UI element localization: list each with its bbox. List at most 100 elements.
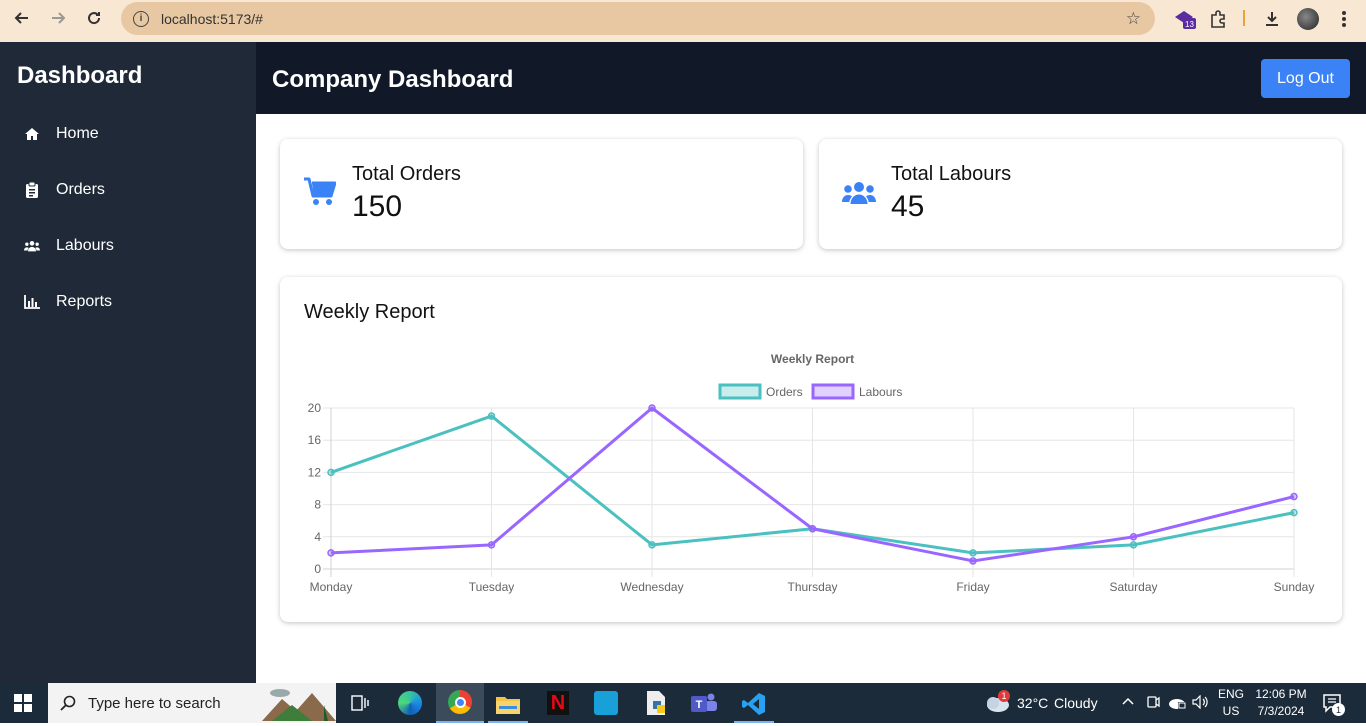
stat-label: Total Labours — [891, 163, 1012, 185]
notification-badge: 1 — [1332, 703, 1345, 716]
sidebar-item-label: Orders — [56, 181, 105, 198]
clock-date: 7/3/2024 — [1257, 704, 1305, 718]
reload-icon[interactable] — [76, 0, 112, 36]
windows-taskbar: Type here to search N T 1 32°C Cloudy EN… — [0, 683, 1366, 723]
data-point-labours — [1290, 492, 1298, 501]
extension-badge-icon[interactable]: 13 — [1170, 5, 1198, 33]
y-tick-label: 8 — [314, 498, 321, 512]
data-point-labours — [808, 525, 817, 533]
weather-desc: Cloudy — [1054, 695, 1098, 711]
users-icon — [24, 238, 40, 254]
python-file-icon[interactable] — [636, 687, 676, 719]
logout-button[interactable]: Log Out — [1261, 59, 1350, 98]
profile-avatar[interactable] — [1294, 5, 1322, 33]
top-header: Company Dashboard Log Out — [256, 42, 1366, 114]
x-tick-label: Saturday — [1109, 580, 1157, 594]
vscode-icon[interactable] — [734, 687, 774, 723]
chrome-browser-icon[interactable] — [436, 683, 484, 723]
sidebar: Dashboard Home Orders Labours Reports — [0, 42, 256, 683]
data-point-labours — [969, 557, 977, 565]
meet-now-icon[interactable] — [1146, 695, 1160, 714]
stat-value: 45 — [891, 190, 925, 223]
stat-label: Total Orders — [352, 163, 461, 185]
data-point-orders — [969, 549, 977, 557]
search-icon — [60, 695, 76, 711]
region-code: US — [1222, 704, 1240, 718]
weekly-report-chart: Weekly Report Orders Labours 0 4 8 12 16 20 Monda… — [308, 352, 1315, 594]
notification-center-icon[interactable]: 1 — [1322, 693, 1345, 720]
sidebar-item-home[interactable]: Home — [24, 122, 99, 146]
address-url: localhost:5173/# — [161, 10, 263, 27]
windows-start-icon[interactable] — [14, 694, 32, 717]
legend-label-labours: Labours — [859, 385, 902, 399]
svg-text:T: T — [696, 699, 703, 711]
data-point-orders — [1290, 508, 1298, 517]
data-point-labours — [487, 541, 496, 549]
y-tick-label: 12 — [308, 465, 322, 479]
x-tick-label: Tuesday — [469, 580, 515, 594]
language-code: ENG — [1217, 687, 1244, 701]
netflix-icon[interactable]: N — [538, 687, 578, 719]
browser-menu-icon[interactable] — [1330, 5, 1358, 33]
data-point-orders — [648, 541, 656, 549]
weather-temp: 32°C — [1017, 695, 1049, 711]
y-tick-label: 16 — [308, 433, 322, 447]
data-point-labours — [327, 549, 335, 557]
x-tick-label: Wednesday — [620, 580, 683, 594]
teams-icon[interactable]: T — [684, 687, 724, 719]
search-placeholder: Type here to search — [88, 694, 221, 712]
extensions-puzzle-icon[interactable] — [1204, 5, 1232, 33]
search-highlight-image — [262, 685, 336, 721]
stat-card-labours: Total Labours 45 — [819, 139, 1342, 249]
browser-toolbar: i localhost:5173/# ☆ 13 — [0, 0, 1366, 42]
sidebar-title: Dashboard — [17, 62, 143, 89]
stat-card-orders: Total Orders 150 — [280, 139, 803, 249]
network-icon[interactable] — [1168, 695, 1186, 714]
legend-swatch-labours — [811, 383, 855, 400]
chart-icon — [24, 294, 40, 310]
clock-time: 12:06 PM — [1255, 687, 1307, 701]
clipboard-icon — [24, 182, 40, 198]
download-icon[interactable] — [1258, 5, 1286, 33]
back-icon[interactable] — [4, 0, 40, 36]
bookmark-star-icon[interactable]: ☆ — [1126, 9, 1141, 29]
data-point-orders — [1129, 541, 1138, 549]
weekly-report-card: Weekly Report Weekly Report Orders Labours… — [280, 277, 1342, 622]
edge-browser-icon[interactable] — [390, 687, 430, 719]
taskbar-search-input[interactable]: Type here to search — [48, 683, 336, 723]
x-tick-label: Monday — [310, 580, 353, 594]
clock[interactable]: 12:06 PM 7/3/2024 — [1252, 687, 1310, 719]
data-point-orders — [327, 468, 335, 477]
weather-widget[interactable]: 1 32°C Cloudy — [984, 683, 1104, 723]
file-explorer-icon[interactable] — [488, 687, 528, 723]
stat-value: 150 — [352, 190, 403, 223]
weather-badge: 1 — [998, 690, 1010, 702]
sidebar-item-reports[interactable]: Reports — [24, 290, 112, 314]
sidebar-item-label: Labours — [56, 237, 114, 254]
prime-video-icon[interactable] — [586, 687, 626, 719]
shopping-cart-icon — [304, 177, 337, 207]
sidebar-item-orders[interactable]: Orders — [24, 178, 105, 202]
sidebar-item-labours[interactable]: Labours — [24, 234, 114, 258]
legend-label-orders: Orders — [766, 385, 803, 399]
page-title: Company Dashboard — [272, 66, 514, 93]
sidebar-item-label: Home — [56, 125, 99, 142]
forward-icon[interactable] — [40, 0, 76, 36]
svg-text:13: 13 — [1185, 20, 1194, 29]
y-tick-label: 0 — [314, 562, 321, 576]
x-tick-label: Thursday — [787, 580, 837, 594]
legend-swatch-orders — [718, 383, 762, 400]
home-icon — [24, 126, 40, 142]
sidebar-item-label: Reports — [56, 293, 113, 310]
site-info-icon[interactable]: i — [133, 10, 149, 27]
volume-icon[interactable] — [1192, 694, 1208, 714]
data-point-labours — [648, 404, 656, 412]
x-tick-label: Friday — [956, 580, 989, 594]
x-tick-label: Sunday — [1274, 580, 1315, 594]
language-indicator[interactable]: ENG US — [1214, 687, 1248, 719]
address-bar[interactable]: i localhost:5173/# ☆ — [121, 2, 1155, 35]
task-view-icon[interactable] — [340, 687, 380, 719]
toolbar-divider — [1243, 10, 1245, 26]
show-hidden-icons-icon[interactable] — [1122, 695, 1134, 713]
y-tick-label: 4 — [314, 530, 321, 544]
